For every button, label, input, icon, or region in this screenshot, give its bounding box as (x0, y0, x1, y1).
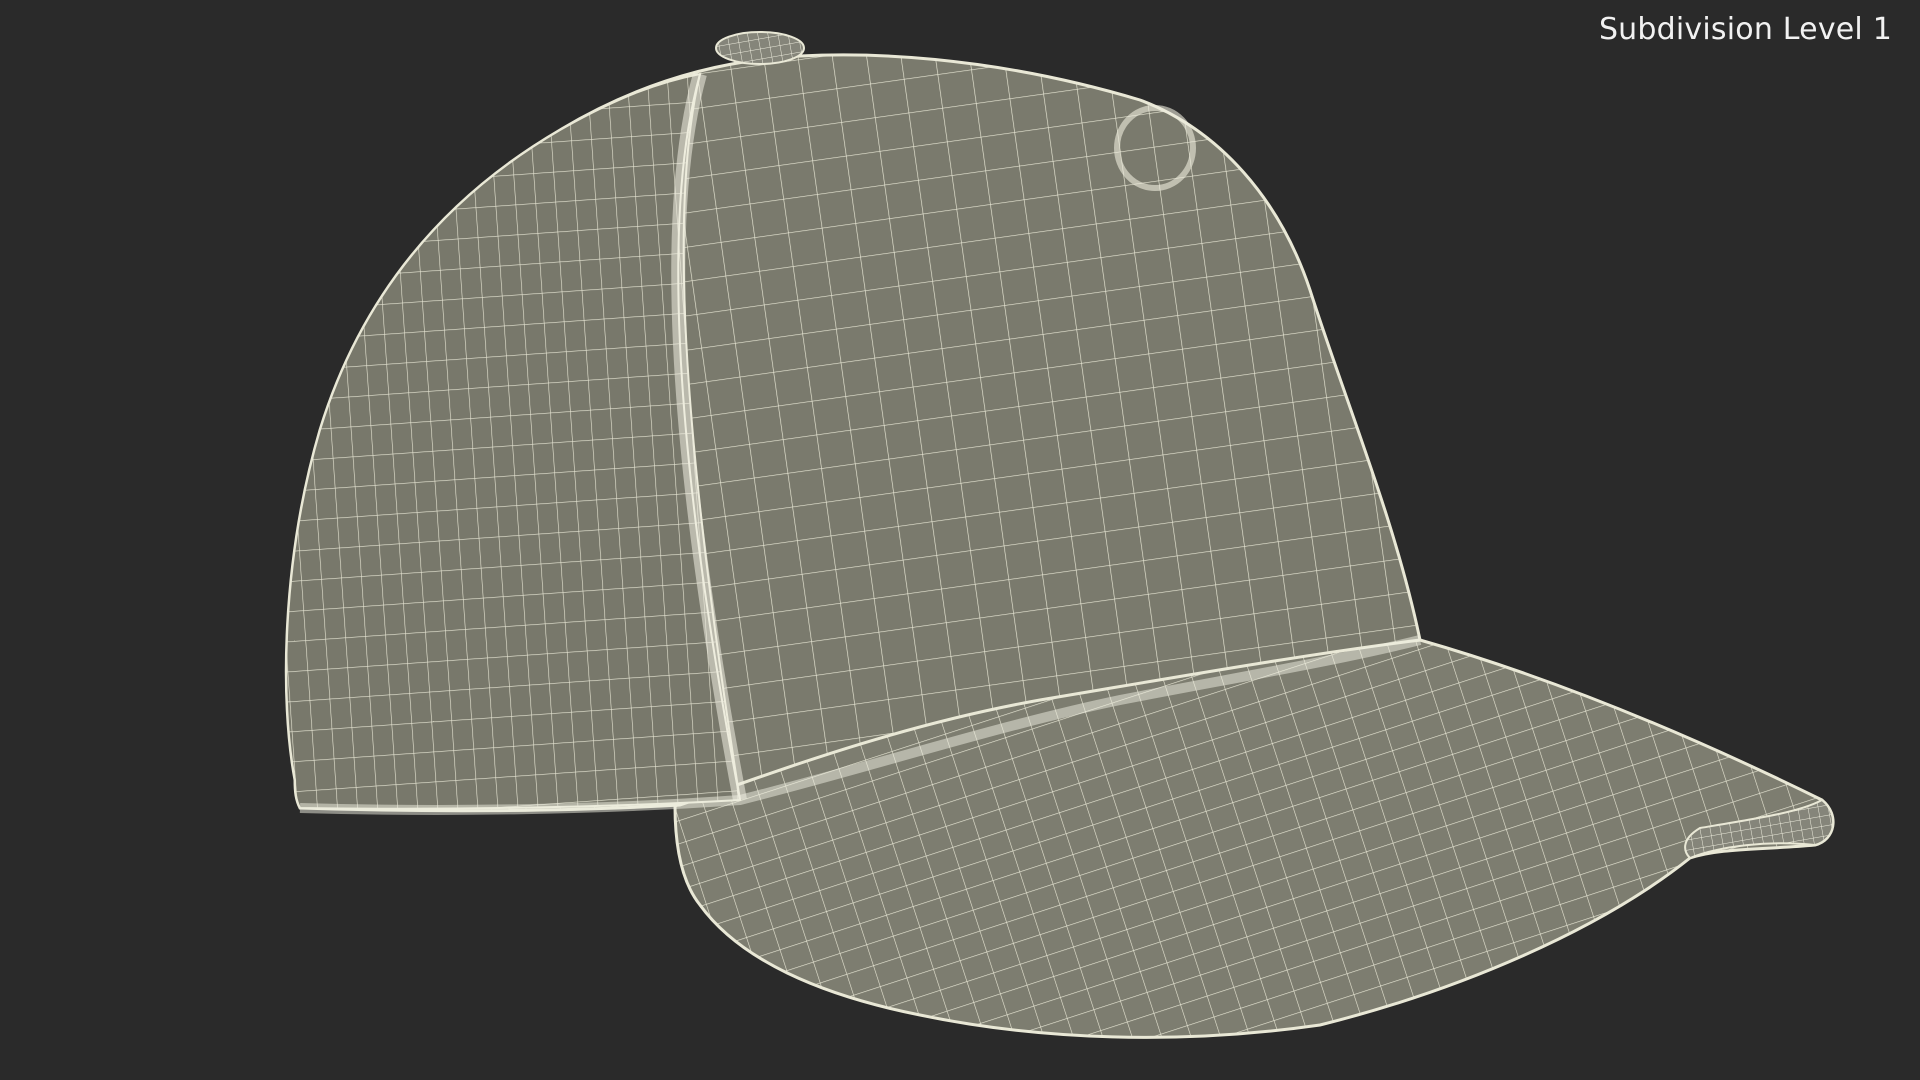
cap-side-panel (285, 72, 742, 810)
cap-render (284, 31, 1835, 1039)
render-viewport: Subdivision Level 1 (0, 0, 1920, 1080)
subdivision-level-label: Subdivision Level 1 (1598, 12, 1892, 47)
cap-button (715, 31, 805, 65)
